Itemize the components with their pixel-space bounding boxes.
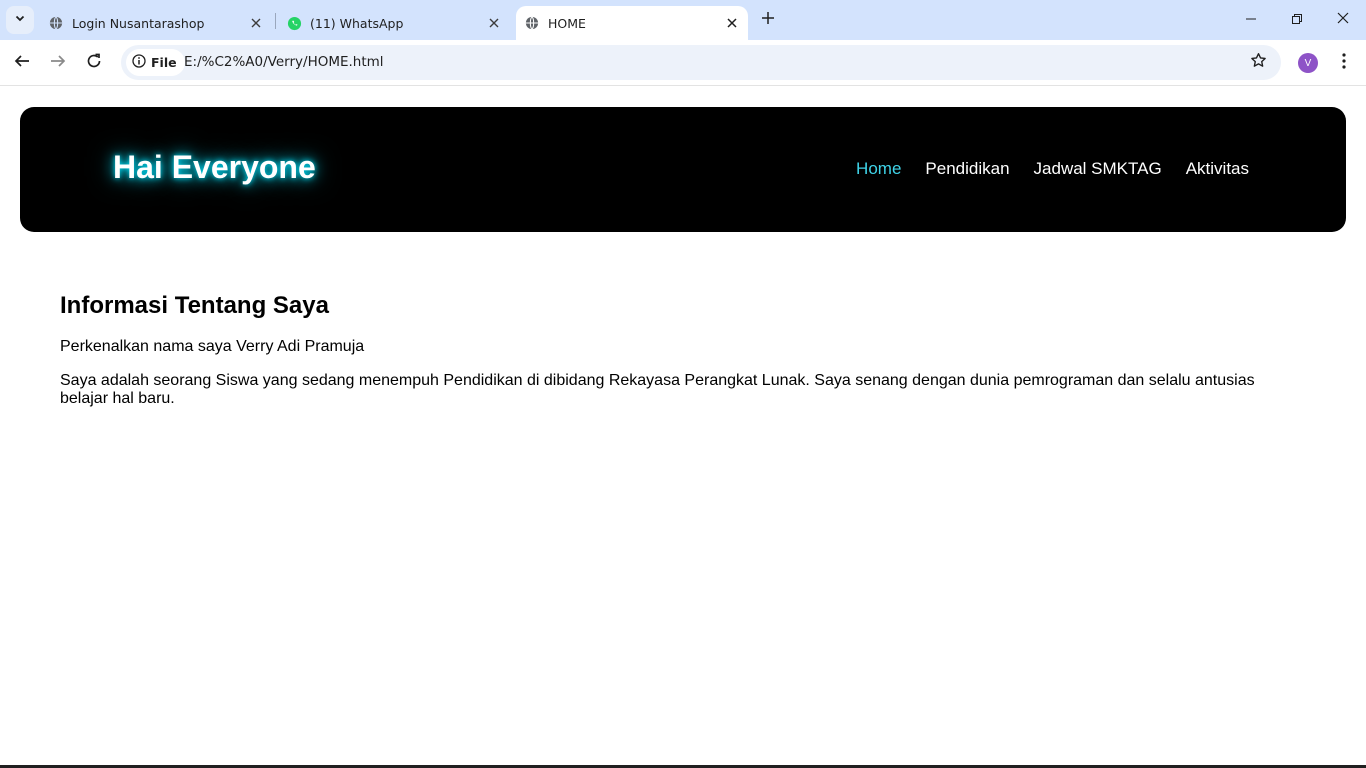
close-tab-icon[interactable] (484, 13, 504, 33)
chevron-down-icon (14, 11, 26, 29)
globe-icon (48, 15, 64, 31)
arrow-right-icon (50, 53, 66, 74)
nav-link-home[interactable]: Home (856, 159, 901, 179)
nav-link-jadwal[interactable]: Jadwal SMKTAG (1034, 159, 1162, 179)
browser-toolbar: File E:/%C2%A0/Verry/HOME.html V (0, 40, 1366, 86)
nav-link-pendidikan[interactable]: Pendidikan (925, 159, 1009, 179)
site-info-chip[interactable]: File (126, 49, 185, 76)
whatsapp-icon (286, 15, 302, 31)
minimize-button[interactable] (1228, 0, 1274, 40)
tab-home[interactable]: HOME (516, 6, 748, 40)
plus-icon (762, 11, 774, 29)
nav-link-aktivitas[interactable]: Aktivitas (1186, 159, 1249, 179)
tab-separator (275, 13, 276, 29)
url-text[interactable]: E:/%C2%A0/Verry/HOME.html (184, 54, 384, 70)
forward-button[interactable] (42, 47, 74, 79)
more-vertical-icon (1342, 52, 1346, 74)
reload-button[interactable] (78, 47, 110, 79)
address-bar[interactable]: File E:/%C2%A0/Verry/HOME.html (121, 45, 1281, 80)
new-tab-button[interactable] (756, 8, 780, 32)
tab-strip: Login Nusantarashop (11) WhatsApp HOME (0, 0, 1366, 40)
main-content: Informasi Tentang Saya Perkenalkan nama … (60, 292, 1300, 424)
tab-whatsapp[interactable]: (11) WhatsApp (278, 6, 510, 40)
tab-title: (11) WhatsApp (310, 15, 404, 31)
tab-login-nusantarashop[interactable]: Login Nusantarashop (40, 6, 272, 40)
brand-title: Hai Everyone (113, 149, 316, 185)
bookmark-button[interactable] (1247, 52, 1269, 74)
intro-paragraph: Perkenalkan nama saya Verry Adi Pramuja (60, 338, 365, 355)
info-icon (132, 54, 151, 71)
reload-icon (86, 53, 102, 74)
close-window-button[interactable] (1320, 0, 1366, 40)
menu-button[interactable] (1332, 51, 1356, 75)
close-tab-icon[interactable] (722, 13, 742, 33)
close-tab-icon[interactable] (246, 13, 266, 33)
close-icon (1337, 11, 1349, 29)
site-info-label: File (151, 55, 177, 70)
tab-title: HOME (548, 15, 586, 31)
section-heading: Informasi Tentang Saya (60, 292, 329, 319)
globe-icon (524, 15, 540, 31)
site-header: Hai Everyone Home Pendidikan Jadwal SMKT… (20, 107, 1346, 232)
arrow-left-icon (14, 53, 30, 74)
minimize-icon (1246, 11, 1256, 29)
main-nav: Home Pendidikan Jadwal SMKTAG Aktivitas (856, 159, 1249, 179)
page-viewport: Hai Everyone Home Pendidikan Jadwal SMKT… (0, 87, 1366, 768)
restore-icon (1292, 11, 1302, 29)
profile-avatar[interactable]: V (1298, 53, 1318, 73)
tab-search-button[interactable] (6, 6, 34, 34)
star-icon (1250, 52, 1267, 74)
tab-title: Login Nusantarashop (72, 15, 205, 31)
back-button[interactable] (6, 47, 38, 79)
restore-button[interactable] (1274, 0, 1320, 40)
about-paragraph: Saya adalah seorang Siswa yang sedang me… (60, 372, 1255, 407)
